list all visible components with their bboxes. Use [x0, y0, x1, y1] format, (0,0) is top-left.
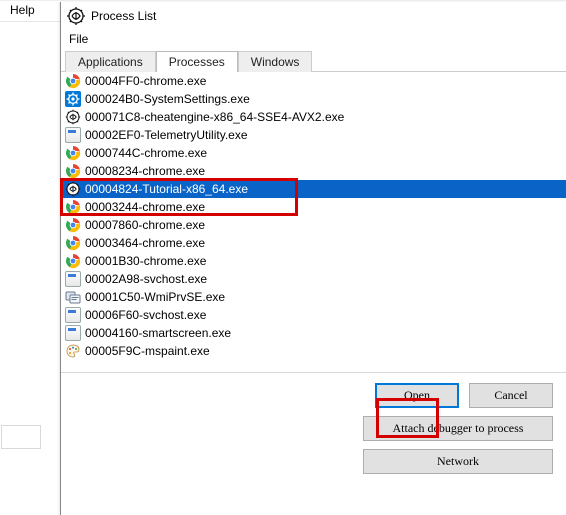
process-row[interactable]: 00001B30-chrome.exe: [61, 252, 566, 270]
chrome-icon: [65, 199, 81, 215]
process-label: 00003244-chrome.exe: [85, 200, 205, 214]
process-label: 00001B30-chrome.exe: [85, 254, 206, 268]
process-label: 00004FF0-chrome.exe: [85, 74, 206, 88]
tab-windows[interactable]: Windows: [238, 51, 313, 72]
chrome-icon: [65, 73, 81, 89]
menu-help[interactable]: Help: [0, 1, 45, 19]
process-label: 000024B0-SystemSettings.exe: [85, 92, 250, 106]
process-label: 00002EF0-TelemetryUtility.exe: [85, 128, 248, 142]
process-label: 00004160-smartscreen.exe: [85, 326, 231, 340]
open-button[interactable]: Open: [375, 383, 459, 408]
process-row[interactable]: 00002EF0-TelemetryUtility.exe: [61, 126, 566, 144]
process-label: 00002A98-svchost.exe: [85, 272, 207, 286]
chrome-icon: [65, 253, 81, 269]
dialog-title: Process List: [91, 9, 156, 23]
process-row[interactable]: 00006F60-svchost.exe: [61, 306, 566, 324]
process-label: 00004824-Tutorial-x86_64.exe: [85, 182, 248, 196]
process-label: 000071C8-cheatengine-x86_64-SSE4-AVX2.ex…: [85, 110, 344, 124]
tutorial-icon: [65, 181, 81, 197]
process-label: 00005F9C-mspaint.exe: [85, 344, 210, 358]
tabstrip: Applications Processes Windows: [65, 50, 566, 71]
mspaint-icon: [65, 343, 81, 359]
process-row[interactable]: 000024B0-SystemSettings.exe: [61, 90, 566, 108]
process-label: 00007860-chrome.exe: [85, 218, 205, 232]
chrome-icon: [65, 217, 81, 233]
generic-icon: [65, 271, 81, 287]
chrome-icon: [65, 235, 81, 251]
process-label: 0000744C-chrome.exe: [85, 146, 207, 160]
generic-icon: [65, 127, 81, 143]
process-row[interactable]: 00001C50-WmiPrvSE.exe: [61, 288, 566, 306]
chrome-icon: [65, 163, 81, 179]
process-list-dialog: Process List File Applications Processes…: [60, 2, 566, 515]
dialog-menubar: File: [61, 30, 566, 48]
process-row[interactable]: 00005F9C-mspaint.exe: [61, 342, 566, 360]
cheat-engine-icon: [67, 7, 85, 25]
process-label: 00001C50-WmiPrvSE.exe: [85, 290, 225, 304]
tab-pane-processes: 00004FF0-chrome.exe 000024B0-SystemSettin…: [61, 71, 566, 372]
ce-icon: [65, 109, 81, 125]
process-row[interactable]: 00004824-Tutorial-x86_64.exe: [61, 180, 566, 198]
menu-file[interactable]: File: [69, 32, 88, 46]
wmi-icon: [65, 289, 81, 305]
process-row[interactable]: 00003244-chrome.exe: [61, 198, 566, 216]
network-button[interactable]: Network: [363, 449, 553, 474]
process-row[interactable]: 00003464-chrome.exe: [61, 234, 566, 252]
process-row[interactable]: 00004160-smartscreen.exe: [61, 324, 566, 342]
process-row[interactable]: 000071C8-cheatengine-x86_64-SSE4-AVX2.ex…: [61, 108, 566, 126]
process-label: 00003464-chrome.exe: [85, 236, 205, 250]
process-label: 00008234-chrome.exe: [85, 164, 205, 178]
background-input-stub: [1, 425, 41, 449]
chrome-icon: [65, 145, 81, 161]
process-label: 00006F60-svchost.exe: [85, 308, 206, 322]
generic-icon: [65, 307, 81, 323]
process-row[interactable]: 00004FF0-chrome.exe: [61, 72, 566, 90]
tab-applications[interactable]: Applications: [65, 51, 156, 72]
generic-icon: [65, 325, 81, 341]
cancel-button[interactable]: Cancel: [469, 383, 553, 408]
dialog-titlebar[interactable]: Process List: [61, 2, 566, 30]
process-row[interactable]: 00002A98-svchost.exe: [61, 270, 566, 288]
process-row[interactable]: 00007860-chrome.exe: [61, 216, 566, 234]
process-listview[interactable]: 00004FF0-chrome.exe 000024B0-SystemSettin…: [61, 72, 566, 372]
tab-processes[interactable]: Processes: [156, 51, 238, 72]
attach-debugger-button[interactable]: Attach debugger to process: [363, 416, 553, 441]
dialog-button-area: Open Cancel Attach debugger to process N…: [61, 372, 566, 484]
process-row[interactable]: 00008234-chrome.exe: [61, 162, 566, 180]
settings-icon: [65, 91, 81, 107]
process-row[interactable]: 0000744C-chrome.exe: [61, 144, 566, 162]
